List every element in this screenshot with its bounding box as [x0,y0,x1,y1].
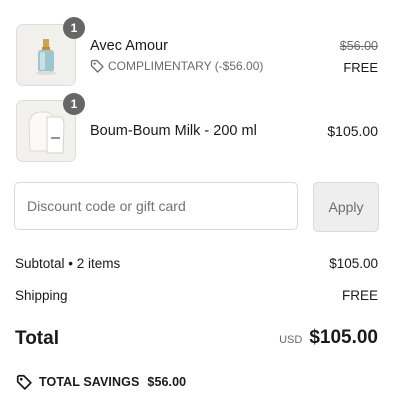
discount-code-input[interactable] [14,182,298,230]
product-name: Avec Amour [90,38,168,54]
total-value-group: USD $105.00 [279,327,378,349]
discount-applied: COMPLIMENTARY (-$56.00) [90,59,263,73]
tag-icon [90,59,104,73]
tag-icon [16,374,32,390]
discount-code-row: Apply [14,182,380,232]
total-savings: TOTAL SAVINGS $56.00 [16,374,186,390]
product-thumbnail: 1 [16,17,85,86]
product-name: Boum-Boum Milk - 200 ml [90,123,257,139]
order-summary: 1 Avec Amour COMPLIMENTARY (-$56.00) $56… [0,0,400,407]
item-price: $105.00 [327,123,378,139]
shipping-value: FREE [341,288,378,303]
savings-value: $56.00 [147,375,187,389]
apply-button[interactable]: Apply [313,182,379,232]
item-price: FREE [343,60,378,75]
line-item: 1 Avec Amour COMPLIMENTARY (-$56.00) $56… [16,17,378,86]
original-price: $56.00 [339,39,378,53]
subtotal-value: $105.00 [329,256,378,271]
total-value: $105.00 [309,327,378,348]
subtotal-label: Subtotal • 2 items [15,256,121,271]
product-thumbnail: 1 [16,93,85,162]
quantity-badge: 1 [63,17,85,39]
line-item: 1 Boum-Boum Milk - 200 ml $105.00 [16,93,378,162]
total-label: Total [15,328,59,349]
savings-label: TOTAL SAVINGS [39,375,140,389]
quantity-badge: 1 [63,93,85,115]
discount-label: COMPLIMENTARY (-$56.00) [108,59,264,73]
shipping-label: Shipping [15,288,68,303]
currency-code: USD [279,334,303,346]
